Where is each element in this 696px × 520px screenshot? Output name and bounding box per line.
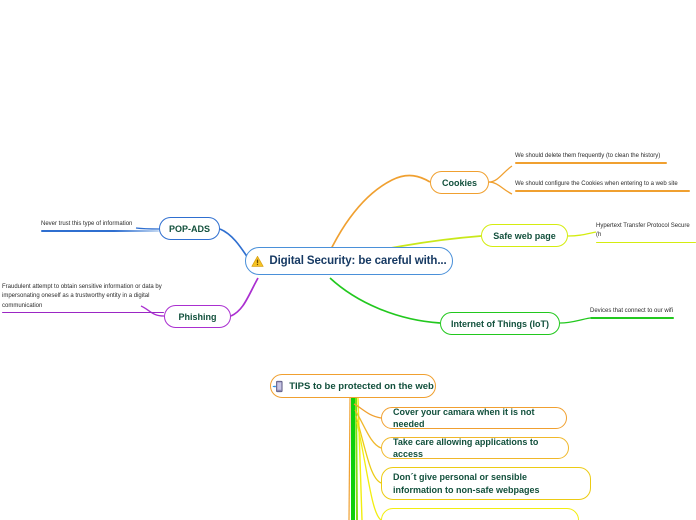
wire-cookies-note2 <box>488 181 513 195</box>
wire-tip-2 <box>354 409 382 449</box>
tip-item-1[interactable]: Cover your camara when it is not needed <box>381 407 567 429</box>
wire-internet-of-things-note <box>559 317 591 324</box>
wire-tip-1 <box>353 403 382 419</box>
branch-label-internet-of-things: Internet of Things (IoT) <box>451 318 549 329</box>
wire-safe-web-page-note <box>567 231 597 237</box>
wire-tips-trunk-lime <box>355 397 358 520</box>
note-phishing-underline <box>2 311 164 314</box>
wire-internet-of-things <box>329 277 441 324</box>
warning-triangle-icon <box>251 255 264 268</box>
wire-cookies-note1 <box>488 165 513 183</box>
branch-label-safe-web-page: Safe web page <box>493 230 556 241</box>
note-safe-web-page-text: Hypertext Transfer Protocol Secure (h <box>596 223 690 239</box>
note-pop-ads-text: Never trust this type of information <box>41 221 133 227</box>
note-phishing-text: Fraudulent attempt to obtain sensitive i… <box>2 284 162 309</box>
note-pop-ads[interactable]: Never trust this type of information <box>41 220 159 232</box>
wire-phishing <box>230 277 259 317</box>
branch-label-phishing: Phishing <box>178 311 217 322</box>
wire-tip-4 <box>356 421 382 520</box>
branch-label-cookies: Cookies <box>441 177 477 188</box>
note-cookies-2-text: We should configure the Cookies when ent… <box>515 181 678 187</box>
branch-node-tips[interactable]: TIPS to be protected on the web <box>270 374 436 398</box>
branch-node-phishing[interactable]: Phishing <box>164 305 231 328</box>
tip-item-1-label: Cover your camara when it is not needed <box>393 406 535 429</box>
mind-map-canvas: Digital Security: be careful with... Coo… <box>0 0 696 520</box>
branch-label-pop-ads: POP-ADS <box>168 223 210 234</box>
note-cookies-1-text: We should delete them frequently (to cle… <box>515 153 661 159</box>
branch-node-safe-web-page[interactable]: Safe web page <box>481 224 568 247</box>
tip-item-4[interactable]: Don´t share content that could <box>381 508 579 520</box>
branch-label-tips: TIPS to be protected on the web <box>289 380 434 392</box>
branch-node-cookies[interactable]: Cookies <box>430 171 489 194</box>
note-pop-ads-underline <box>41 230 159 232</box>
note-phishing[interactable]: Fraudulent attempt to obtain sensitive i… <box>2 283 164 314</box>
wire-pop-ads <box>219 228 249 259</box>
note-internet-of-things-underline <box>590 317 674 319</box>
wire-tip-3 <box>355 415 382 484</box>
note-internet-of-things-text: Devices that connect to our wifi <box>590 308 674 314</box>
tip-item-2-label: Take care allowing applications to acces… <box>393 436 539 459</box>
note-internet-of-things[interactable]: Devices that connect to our wifi <box>590 307 674 319</box>
branch-node-internet-of-things[interactable]: Internet of Things (IoT) <box>440 312 560 335</box>
note-cookies-1[interactable]: We should delete them frequently (to cle… <box>515 152 690 164</box>
root-node[interactable]: Digital Security: be careful with... <box>245 247 453 275</box>
root-node-label: Digital Security: be careful with... <box>269 255 447 267</box>
note-safe-web-page[interactable]: Hypertext Transfer Protocol Secure (h <box>596 222 696 244</box>
tip-item-3[interactable]: Don´t give personal or sensible informat… <box>381 467 591 500</box>
note-safe-web-page-underline <box>596 241 696 244</box>
wire-tips-trunk-yellow <box>357 397 363 520</box>
branch-node-pop-ads[interactable]: POP-ADS <box>159 217 220 240</box>
tip-item-2[interactable]: Take care allowing applications to acces… <box>381 437 569 459</box>
wire-tips-trunk-orange <box>348 397 351 520</box>
device-screen-icon <box>272 380 285 393</box>
note-cookies-2[interactable]: We should configure the Cookies when ent… <box>515 180 690 192</box>
tip-item-3-label: Don´t give personal or sensible informat… <box>393 472 540 495</box>
note-cookies-2-underline <box>515 190 690 192</box>
note-cookies-1-underline <box>515 162 667 164</box>
